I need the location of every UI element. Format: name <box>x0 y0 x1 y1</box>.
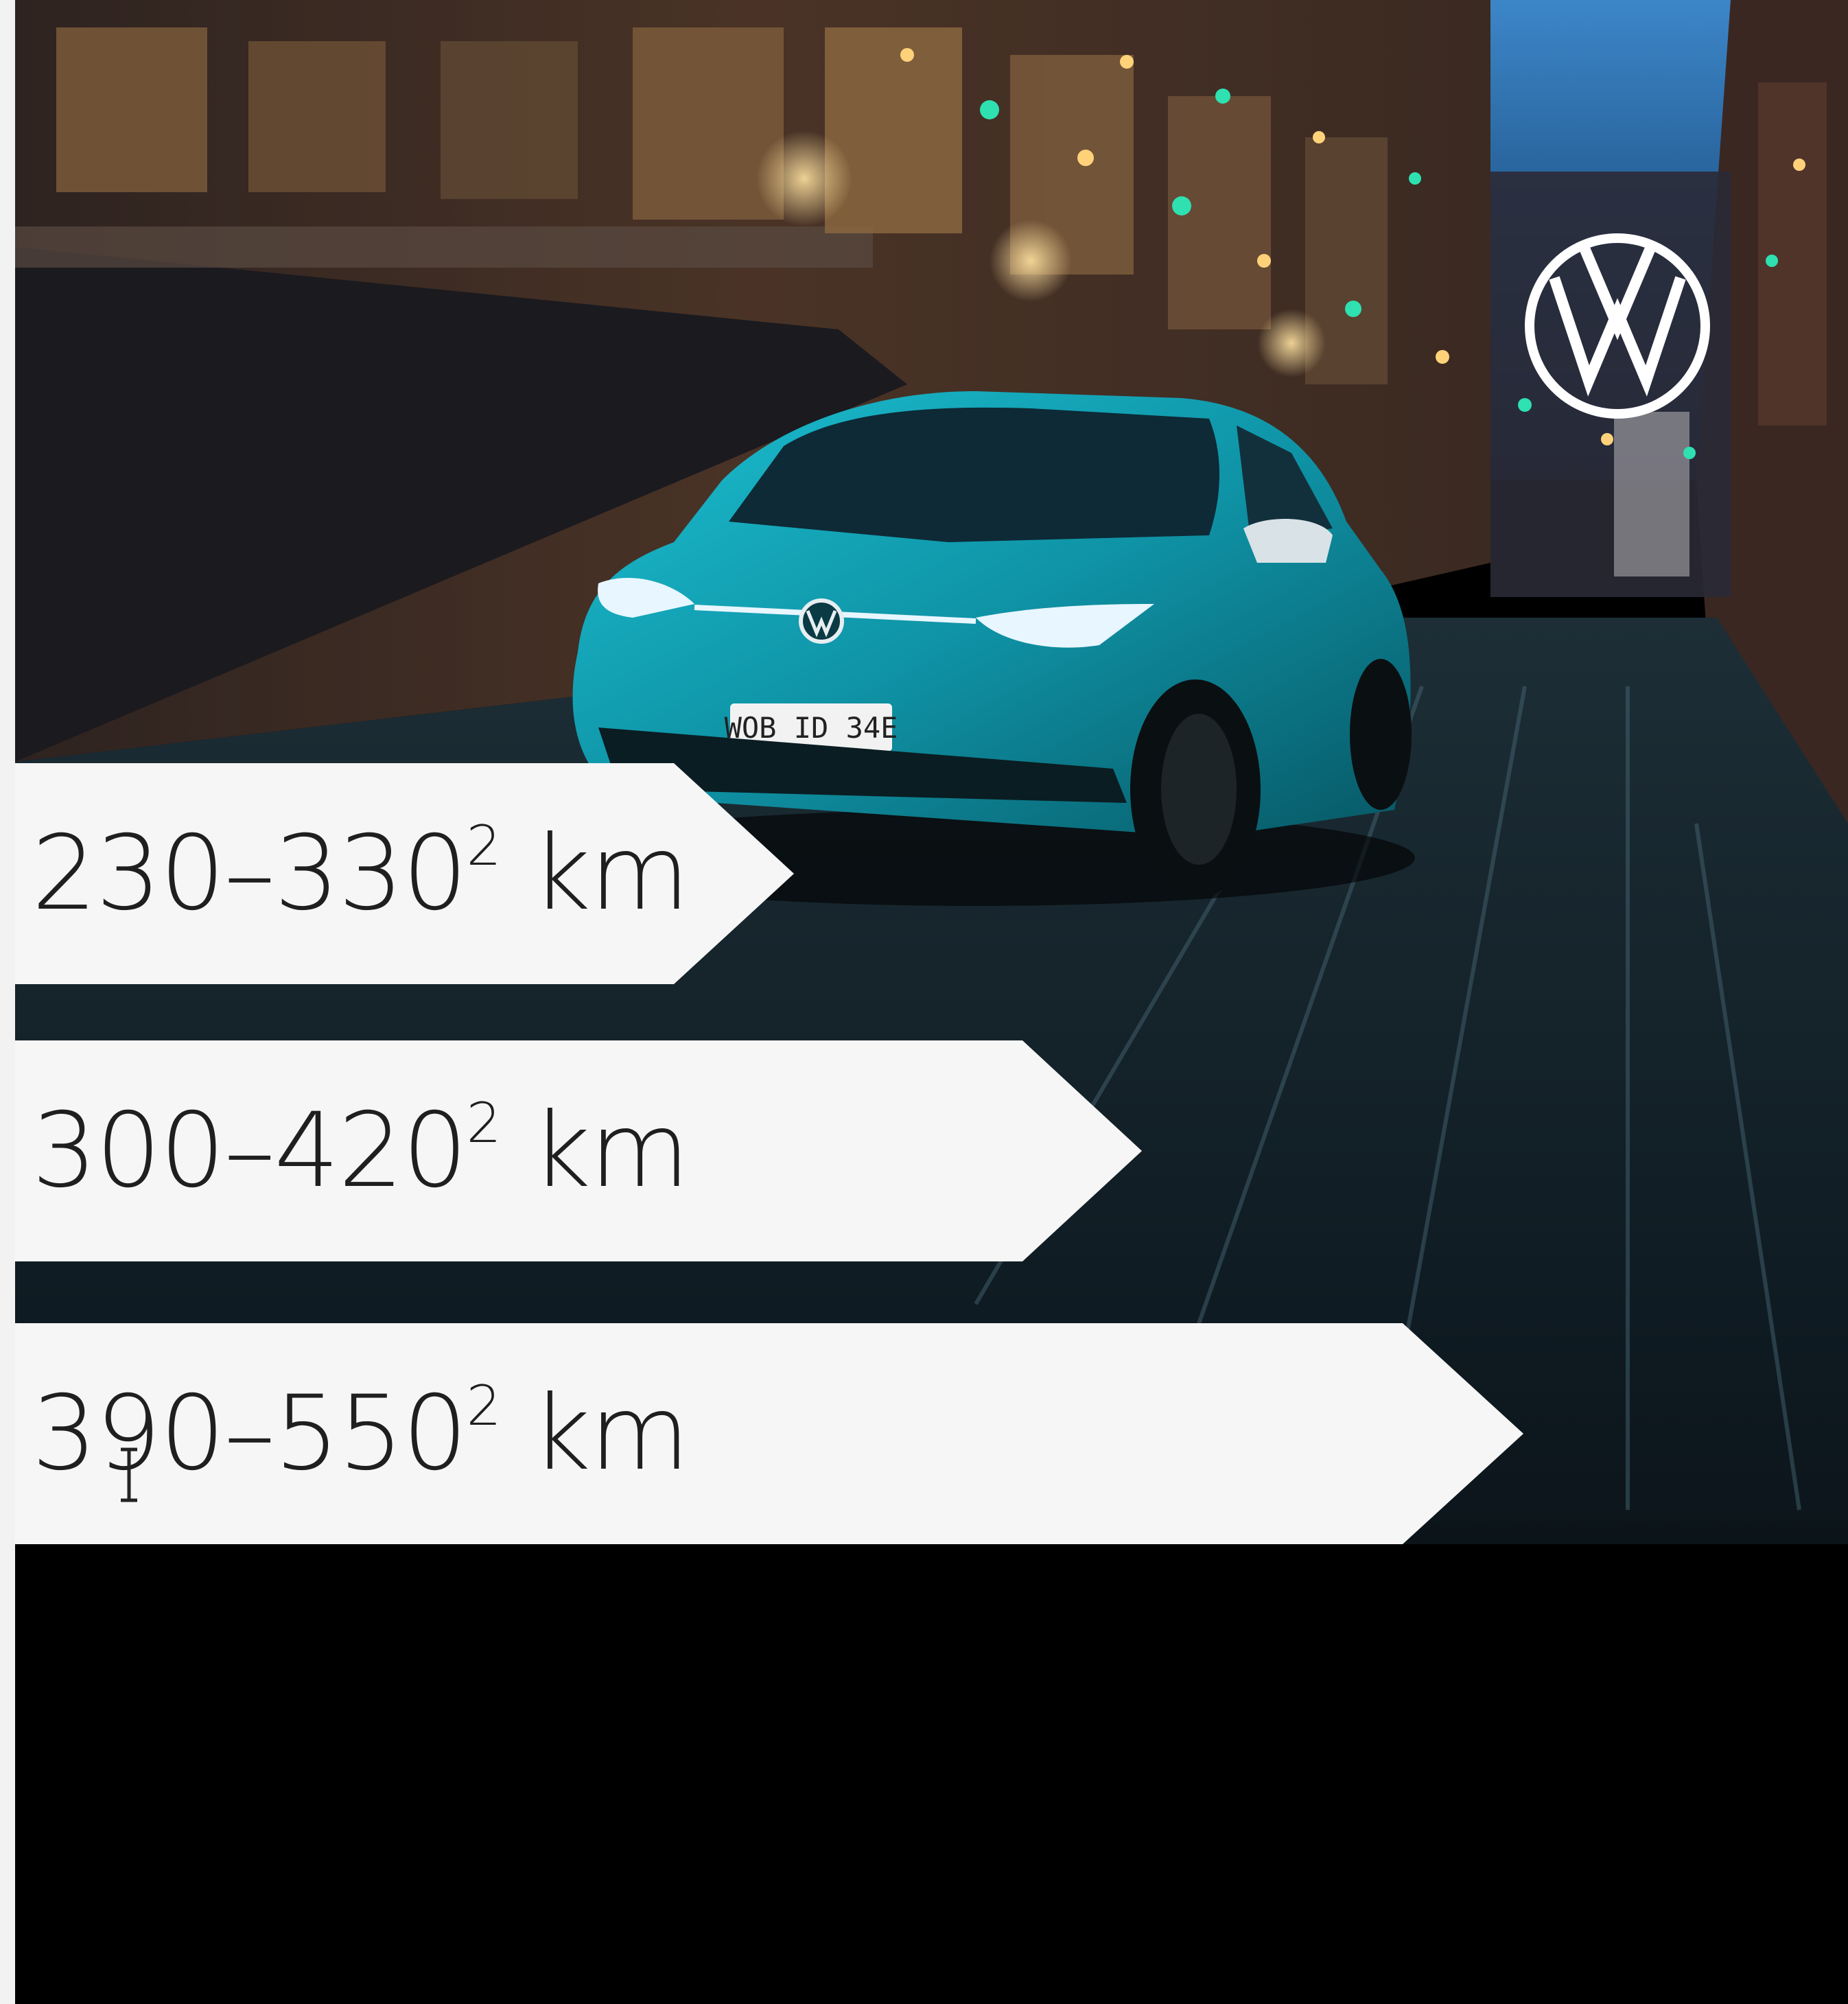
text-cursor-icon <box>121 1447 137 1502</box>
range-label-2: 300–4202 km <box>32 1091 690 1211</box>
street-scene-illustration: WOB ID 34E <box>15 0 1848 2004</box>
range-label-1: 230–3302 km <box>32 814 690 933</box>
range-arrow-1: 230–3302 km <box>15 763 794 984</box>
range-arrow-3: 390–5502 km <box>15 1323 1523 1544</box>
left-edge-strip <box>0 0 15 2004</box>
license-plate-text: WOB ID 34E <box>725 711 898 745</box>
range-arrow-2: 300–4202 km <box>15 1040 1142 1261</box>
hero-image: WOB ID 34E <box>15 0 1848 2004</box>
